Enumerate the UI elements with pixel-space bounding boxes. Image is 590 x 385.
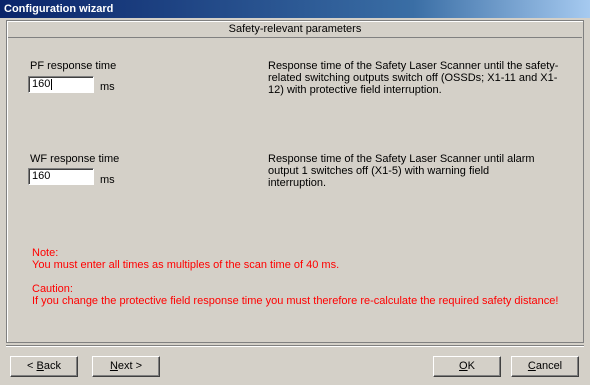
wf-response-time-label: WF response time [30, 153, 120, 165]
pf-response-time-label: PF response time [30, 60, 117, 72]
wf-unit-label: ms [100, 174, 115, 186]
wf-description: Response time of the Safety Laser Scanne… [268, 153, 535, 189]
back-label: ack [43, 360, 61, 372]
ok-label: K [467, 360, 475, 372]
wf-response-time-value: 160 [32, 170, 51, 182]
caution-text: If you change the protective field respo… [32, 295, 559, 307]
pf-response-time-input[interactable]: 160 [28, 76, 94, 93]
section-header: Safety-relevant parameters [8, 22, 582, 38]
ok-button[interactable]: OK [433, 356, 501, 377]
next-button[interactable]: Next > [92, 356, 160, 377]
pf-unit-label: ms [100, 81, 115, 93]
pf-description: Response time of the Safety Laser Scanne… [268, 60, 559, 96]
cancel-mnemonic: C [527, 360, 536, 372]
wf-response-time-input[interactable]: 160 [28, 168, 94, 185]
pf-response-time-value: 160 [32, 78, 51, 90]
button-separator [6, 345, 584, 347]
window-title-bar: Configuration wizard [0, 0, 590, 18]
back-button[interactable]: < Back [10, 356, 78, 377]
cancel-button[interactable]: Cancel [511, 356, 579, 377]
next-label: ext [117, 360, 133, 372]
back-arrow: < [27, 360, 37, 372]
ok-mnemonic: O [459, 360, 468, 372]
note-text: You must enter all times as multiples of… [32, 259, 340, 271]
note-title: Note: [32, 247, 59, 259]
text-caret [51, 78, 53, 90]
window-title: Configuration wizard [4, 3, 114, 15]
back-mnemonic: B [36, 360, 44, 372]
next-mnemonic: N [109, 360, 118, 372]
next-arrow: > [132, 360, 143, 372]
caution-title: Caution: [32, 283, 73, 295]
cancel-label: ancel [535, 360, 563, 372]
